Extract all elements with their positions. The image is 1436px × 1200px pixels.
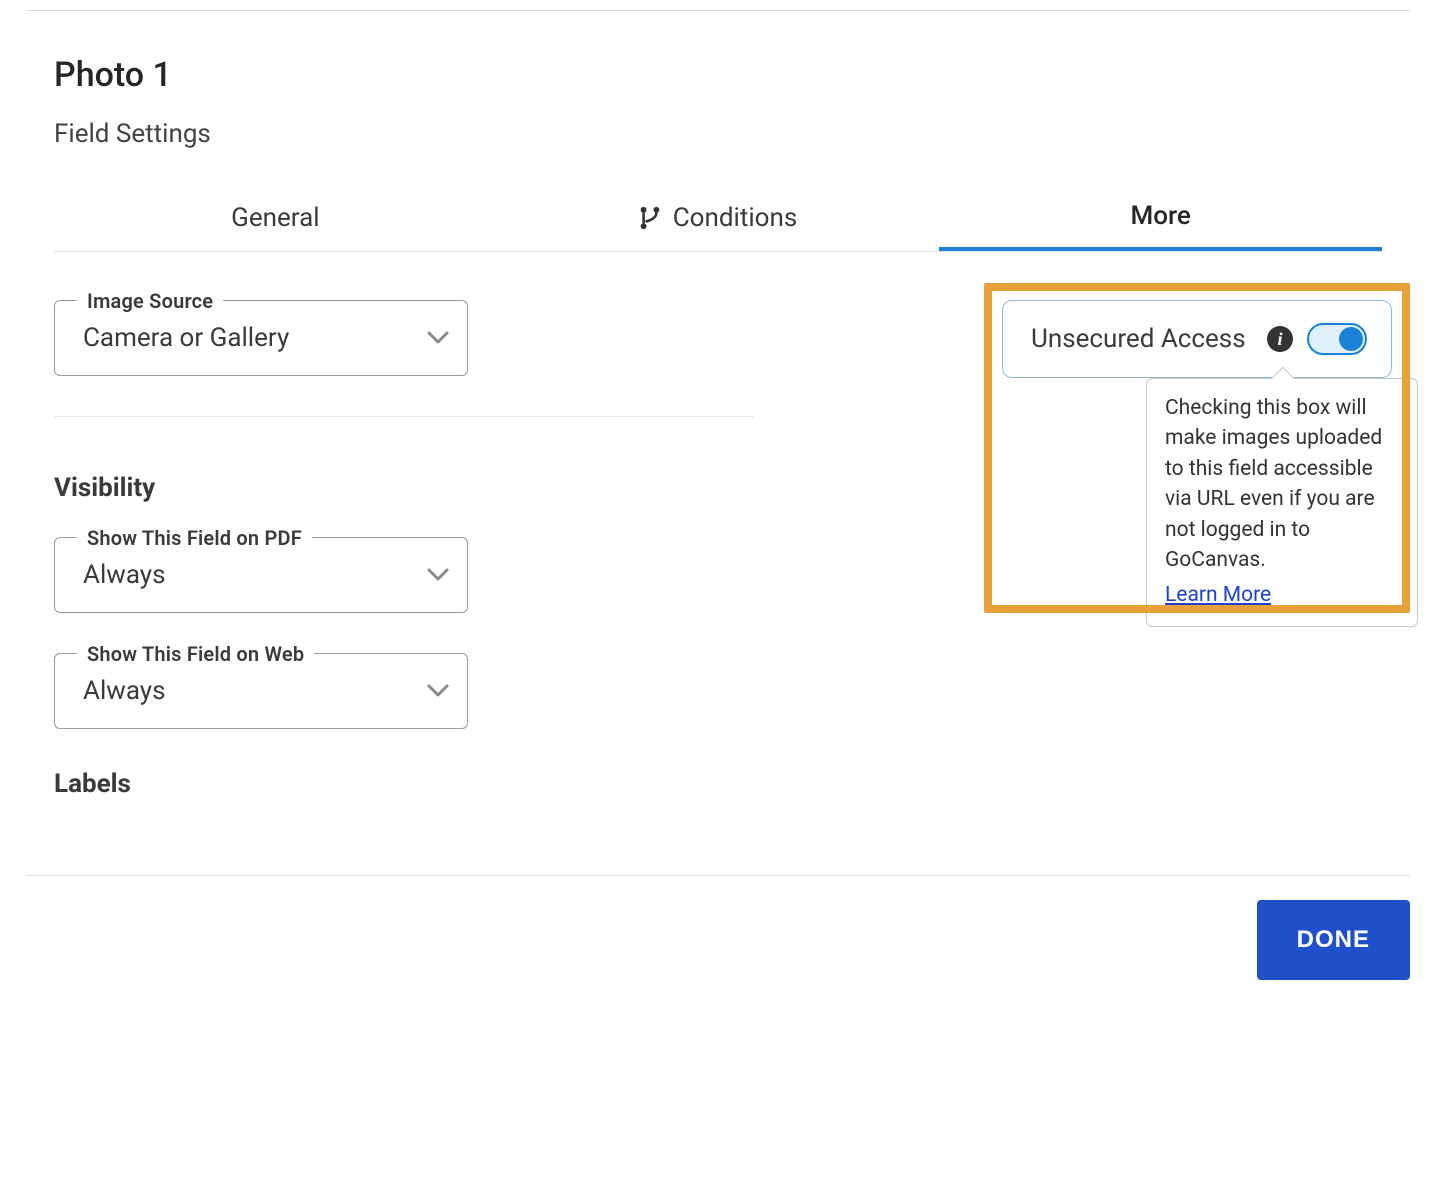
- chevron-down-icon: [427, 684, 449, 698]
- tab-bar: General Conditions More: [54, 183, 1382, 252]
- show-on-pdf-select[interactable]: Always: [83, 560, 449, 590]
- branch-icon: [639, 205, 661, 231]
- image-source-legend: Image Source: [77, 289, 223, 313]
- learn-more-link[interactable]: Learn More: [1165, 580, 1271, 610]
- unsecured-access-label: Unsecured Access: [1031, 324, 1253, 354]
- tab-general-label: General: [231, 203, 319, 233]
- chevron-down-icon: [427, 568, 449, 582]
- show-on-pdf-value: Always: [83, 560, 166, 590]
- show-on-web-select[interactable]: Always: [83, 676, 449, 706]
- unsecured-access-toggle[interactable]: [1307, 323, 1367, 355]
- tab-more[interactable]: More: [939, 183, 1382, 251]
- show-on-pdf-field: Show This Field on PDF Always: [54, 537, 468, 613]
- show-on-web-field: Show This Field on Web Always: [54, 653, 468, 729]
- divider: [54, 416, 754, 417]
- done-button[interactable]: DONE: [1257, 900, 1410, 980]
- show-on-pdf-legend: Show This Field on PDF: [77, 526, 312, 550]
- labels-title: Labels: [54, 769, 1382, 799]
- show-on-web-legend: Show This Field on Web: [77, 642, 314, 666]
- tab-conditions-label: Conditions: [673, 203, 798, 233]
- chevron-down-icon: [427, 331, 449, 345]
- page-subtitle: Field Settings: [54, 119, 1382, 149]
- tab-general[interactable]: General: [54, 183, 497, 251]
- show-on-web-value: Always: [83, 676, 166, 706]
- image-source-field: Image Source Camera or Gallery: [54, 300, 468, 376]
- tab-conditions[interactable]: Conditions: [497, 183, 940, 251]
- image-source-select[interactable]: Camera or Gallery: [83, 323, 449, 353]
- toggle-knob: [1339, 327, 1363, 351]
- info-icon[interactable]: i: [1267, 326, 1293, 352]
- tooltip-text: Checking this box will make images uploa…: [1165, 396, 1382, 572]
- tab-more-label: More: [1130, 201, 1190, 231]
- page-title: Photo 1: [54, 55, 1382, 95]
- footer-bar: DONE: [26, 875, 1410, 980]
- image-source-value: Camera or Gallery: [83, 323, 289, 353]
- unsecured-access-tooltip: Checking this box will make images uploa…: [1146, 378, 1418, 627]
- unsecured-access-card: Unsecured Access i: [1002, 300, 1392, 378]
